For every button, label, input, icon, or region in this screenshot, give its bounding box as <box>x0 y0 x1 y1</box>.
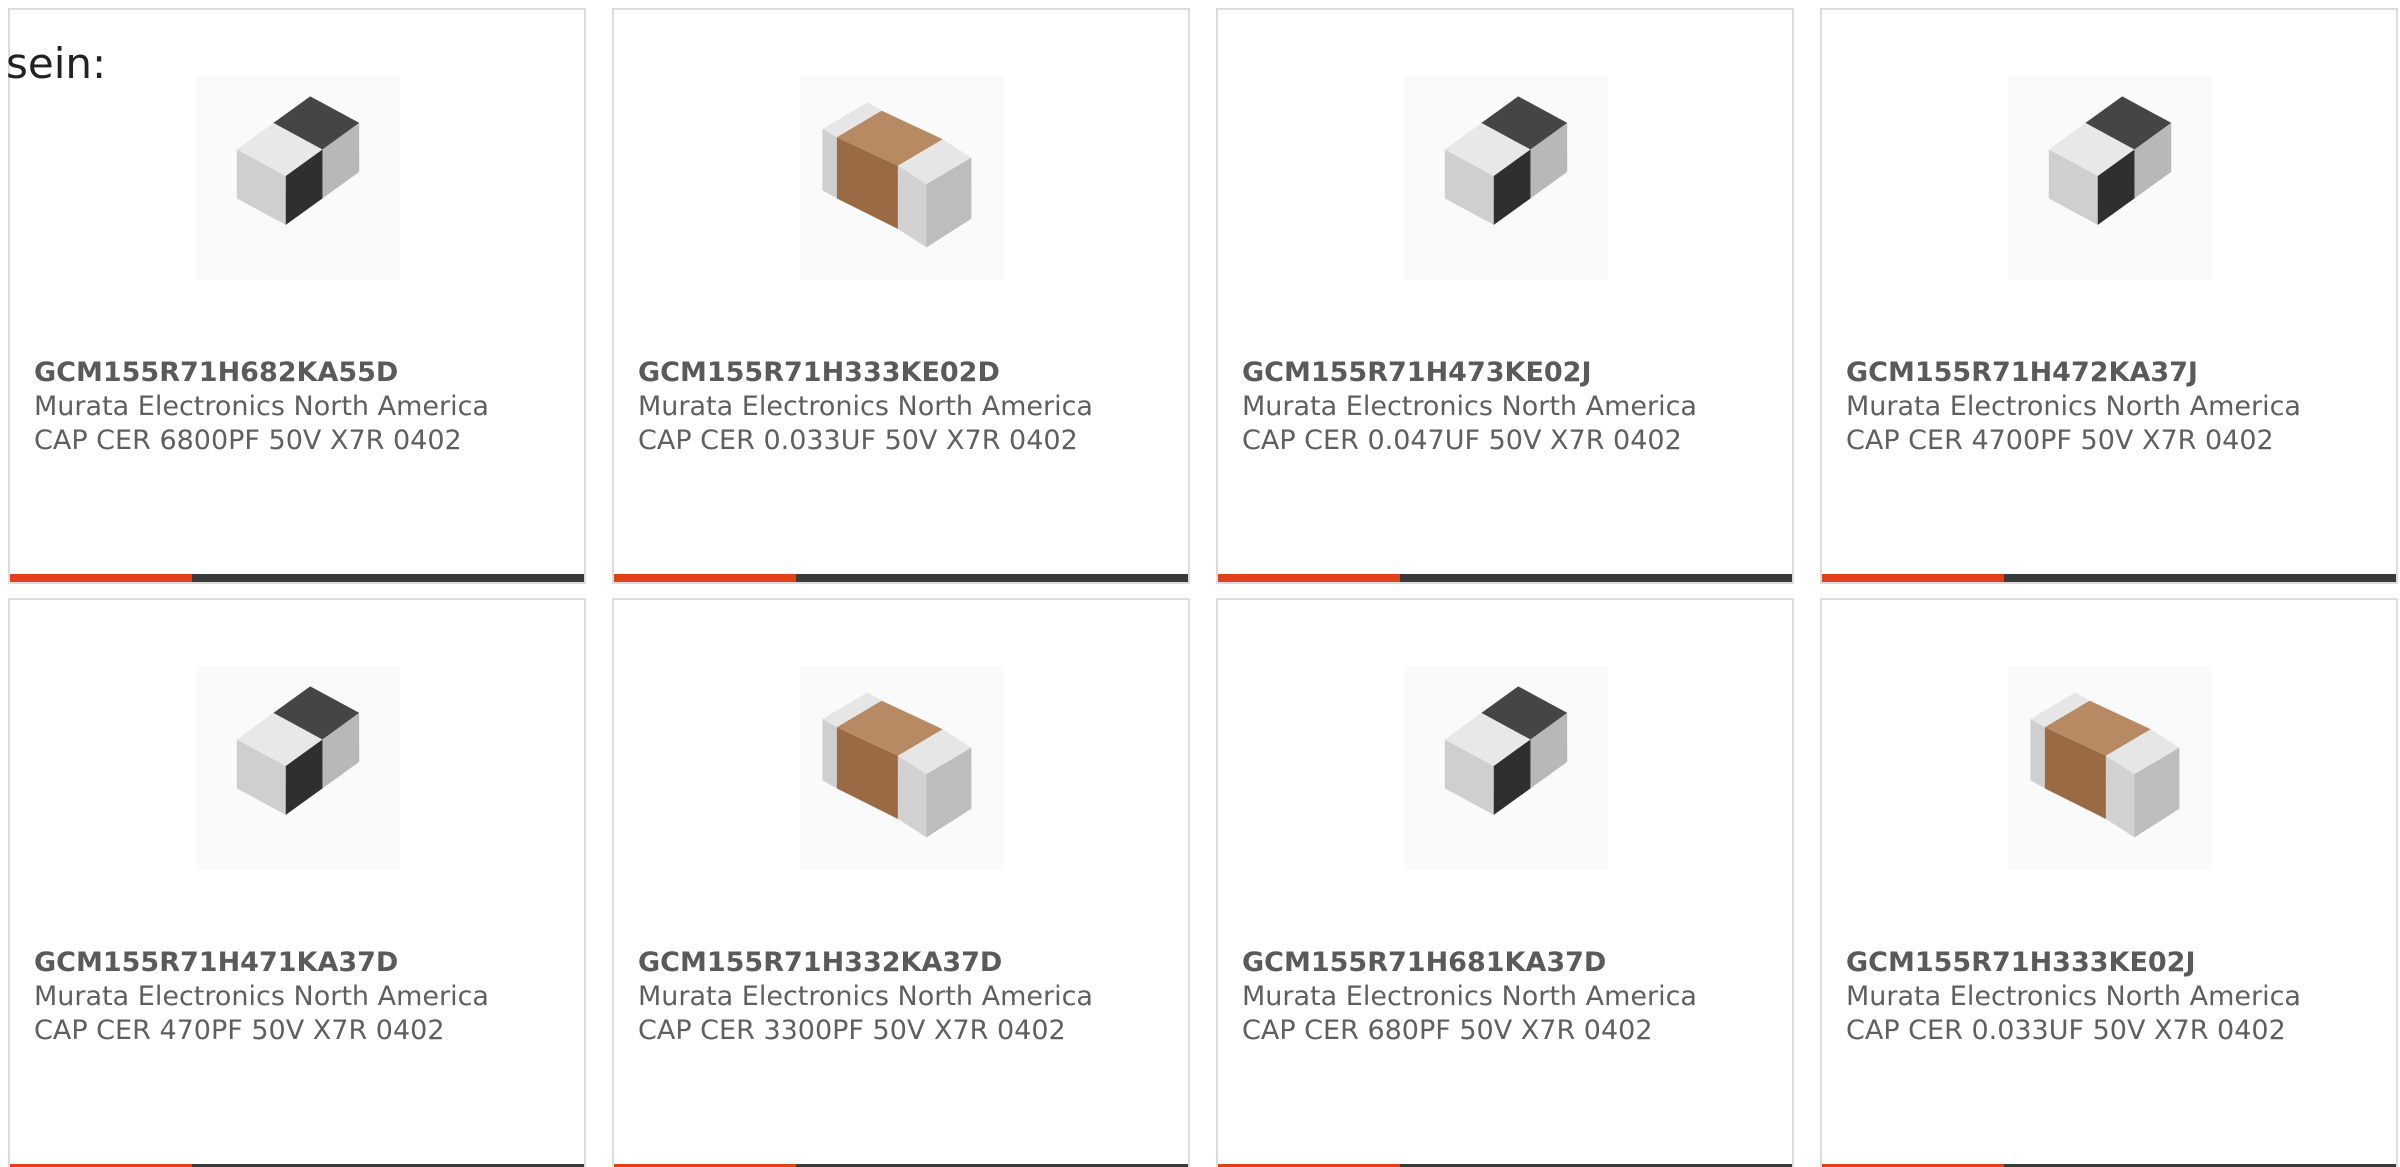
product-image[interactable] <box>800 76 1004 280</box>
product-part-number[interactable]: GCM155R71H682KA55D <box>34 356 572 390</box>
product-description: CAP CER 470PF 50V X7R 0402 <box>34 1015 445 1046</box>
card-footer-bar <box>10 574 584 582</box>
card-accent-bar <box>1218 574 1400 582</box>
product-info: GCM155R71H682KA55D Murata Electronics No… <box>34 356 572 458</box>
product-card[interactable]: GCM155R71H472KA37J Murata Electronics No… <box>1820 8 2398 584</box>
product-part-number[interactable]: GCM155R71H681KA37D <box>1242 946 1780 980</box>
product-card[interactable]: GCM155R71H333KE02J Murata Electronics No… <box>1820 598 2398 1167</box>
product-card[interactable]: GCM155R71H471KA37D Murata Electronics No… <box>8 598 586 1167</box>
intro-text: sein: <box>6 39 107 88</box>
product-card[interactable]: GCM155R71H332KA37D Murata Electronics No… <box>612 598 1190 1167</box>
product-image[interactable] <box>196 666 400 870</box>
product-manufacturer: Murata Electronics North America <box>1846 391 2301 422</box>
capacitor-brown-icon <box>822 102 972 248</box>
card-footer-bar <box>1822 574 2396 582</box>
product-part-number[interactable]: GCM155R71H333KE02D <box>638 356 1176 390</box>
product-manufacturer: Murata Electronics North America <box>1846 981 2301 1012</box>
product-image[interactable] <box>196 76 400 280</box>
product-part-number[interactable]: GCM155R71H471KA37D <box>34 946 572 980</box>
capacitor-brown-icon <box>2030 692 2180 838</box>
capacitor-dark-icon <box>1444 96 1568 225</box>
product-description: CAP CER 680PF 50V X7R 0402 <box>1242 1015 1653 1046</box>
product-card[interactable]: GCM155R71H473KE02J Murata Electronics No… <box>1216 8 1794 584</box>
card-footer-bar <box>614 574 1188 582</box>
product-manufacturer: Murata Electronics North America <box>34 391 489 422</box>
card-accent-bar <box>1822 574 2004 582</box>
product-description: CAP CER 3300PF 50V X7R 0402 <box>638 1015 1066 1046</box>
product-manufacturer: Murata Electronics North America <box>638 981 1093 1012</box>
product-part-number[interactable]: GCM155R71H472KA37J <box>1846 356 2384 390</box>
product-manufacturer: Murata Electronics North America <box>1242 981 1697 1012</box>
product-image[interactable] <box>800 666 1004 870</box>
product-part-number[interactable]: GCM155R71H332KA37D <box>638 946 1176 980</box>
card-accent-bar <box>10 574 192 582</box>
product-image[interactable] <box>1404 76 1608 280</box>
product-image[interactable] <box>1404 666 1608 870</box>
product-info: GCM155R71H333KE02J Murata Electronics No… <box>1846 946 2384 1048</box>
capacitor-dark-icon <box>236 686 360 815</box>
product-description: CAP CER 0.033UF 50V X7R 0402 <box>638 425 1078 456</box>
product-image[interactable] <box>2008 76 2212 280</box>
product-card[interactable]: GCM155R71H681KA37D Murata Electronics No… <box>1216 598 1794 1167</box>
product-info: GCM155R71H472KA37J Murata Electronics No… <box>1846 356 2384 458</box>
card-accent-bar <box>614 574 796 582</box>
capacitor-brown-icon <box>822 692 972 838</box>
product-description: CAP CER 0.033UF 50V X7R 0402 <box>1846 1015 2286 1046</box>
product-manufacturer: Murata Electronics North America <box>1242 391 1697 422</box>
product-info: GCM155R71H333KE02D Murata Electronics No… <box>638 356 1176 458</box>
product-description: CAP CER 0.047UF 50V X7R 0402 <box>1242 425 1682 456</box>
product-part-number[interactable]: GCM155R71H333KE02J <box>1846 946 2384 980</box>
product-description: CAP CER 6800PF 50V X7R 0402 <box>34 425 462 456</box>
product-part-number[interactable]: GCM155R71H473KE02J <box>1242 356 1780 390</box>
product-info: GCM155R71H681KA37D Murata Electronics No… <box>1242 946 1780 1048</box>
product-image[interactable] <box>2008 666 2212 870</box>
product-manufacturer: Murata Electronics North America <box>638 391 1093 422</box>
product-card[interactable]: GCM155R71H682KA55D Murata Electronics No… <box>8 8 586 584</box>
card-footer-bar <box>1218 574 1792 582</box>
product-description: CAP CER 4700PF 50V X7R 0402 <box>1846 425 2274 456</box>
product-card[interactable]: GCM155R71H333KE02D Murata Electronics No… <box>612 8 1190 584</box>
product-info: GCM155R71H471KA37D Murata Electronics No… <box>34 946 572 1048</box>
capacitor-dark-icon <box>1444 686 1568 815</box>
capacitor-dark-icon <box>2048 96 2172 225</box>
capacitor-dark-icon <box>236 96 360 225</box>
product-manufacturer: Murata Electronics North America <box>34 981 489 1012</box>
product-info: GCM155R71H473KE02J Murata Electronics No… <box>1242 356 1780 458</box>
product-info: GCM155R71H332KA37D Murata Electronics No… <box>638 946 1176 1048</box>
